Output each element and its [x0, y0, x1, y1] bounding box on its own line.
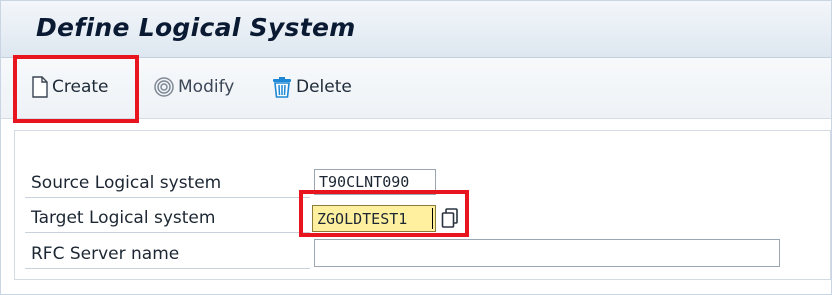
delete-button-label: Delete — [296, 77, 352, 97]
source-logical-system-field: T90CLNT090 — [314, 169, 436, 195]
label-divider — [25, 268, 310, 269]
rfc-server-name-input[interactable] — [314, 239, 780, 267]
spiral-icon — [153, 76, 175, 98]
target-logical-system-label: Target Logical system — [31, 208, 216, 228]
source-logical-system-label: Source Logical system — [31, 173, 222, 193]
trash-icon — [271, 76, 293, 98]
target-logical-system-input[interactable]: ZGOLDTEST1 — [312, 205, 436, 232]
application-toolbar: Create Modify Delete — [1, 58, 831, 119]
delete-button[interactable]: Delete — [271, 73, 352, 101]
label-divider — [25, 197, 310, 198]
document-icon — [31, 76, 49, 98]
rfc-server-name-label: RFC Server name — [31, 244, 180, 264]
page-title: Define Logical System — [36, 13, 356, 42]
title-bar: Define Logical System — [1, 1, 831, 58]
create-button-label: Create — [52, 77, 109, 97]
define-logical-system-window: Define Logical System Create Modify Dele… — [0, 0, 832, 295]
label-divider — [25, 232, 310, 233]
modify-button-label: Modify — [178, 77, 235, 97]
value-help-icon[interactable] — [439, 206, 461, 230]
modify-button[interactable]: Modify — [153, 73, 234, 101]
create-button[interactable]: Create — [31, 73, 109, 101]
text-cursor — [432, 208, 433, 229]
